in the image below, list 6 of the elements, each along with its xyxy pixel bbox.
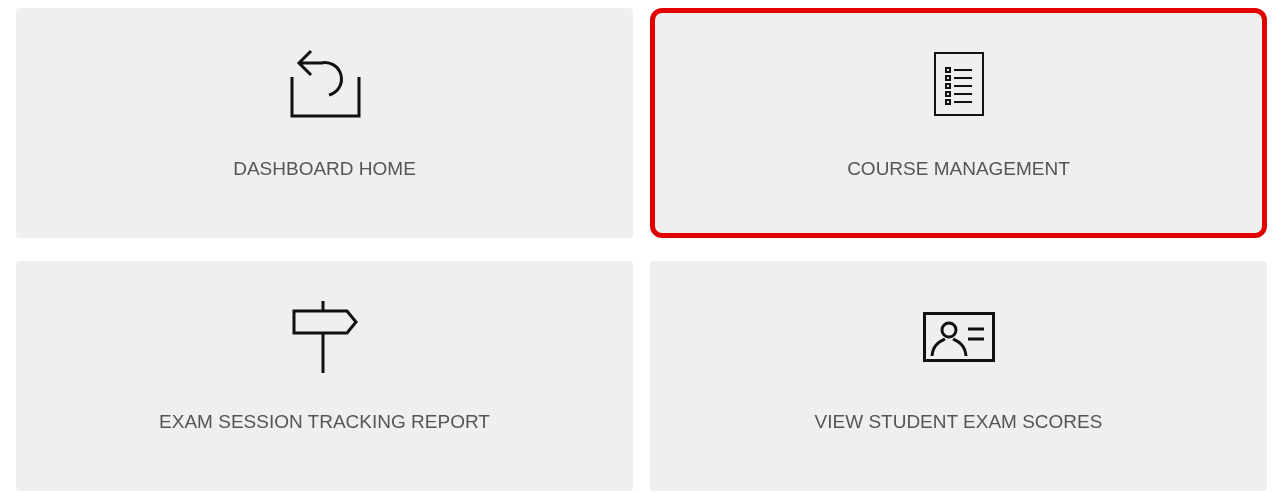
signpost-icon — [291, 301, 358, 373]
menu-tile[interactable]: DASHBOARD HOME — [16, 8, 633, 238]
menu-tile[interactable]: COURSE MANAGEMENT — [650, 8, 1267, 238]
return-icon — [288, 48, 361, 120]
menu-tile[interactable]: VIEW STUDENT EXAM SCORES — [650, 261, 1267, 491]
menu-tile[interactable]: EXAM SESSION TRACKING REPORT — [16, 261, 633, 491]
